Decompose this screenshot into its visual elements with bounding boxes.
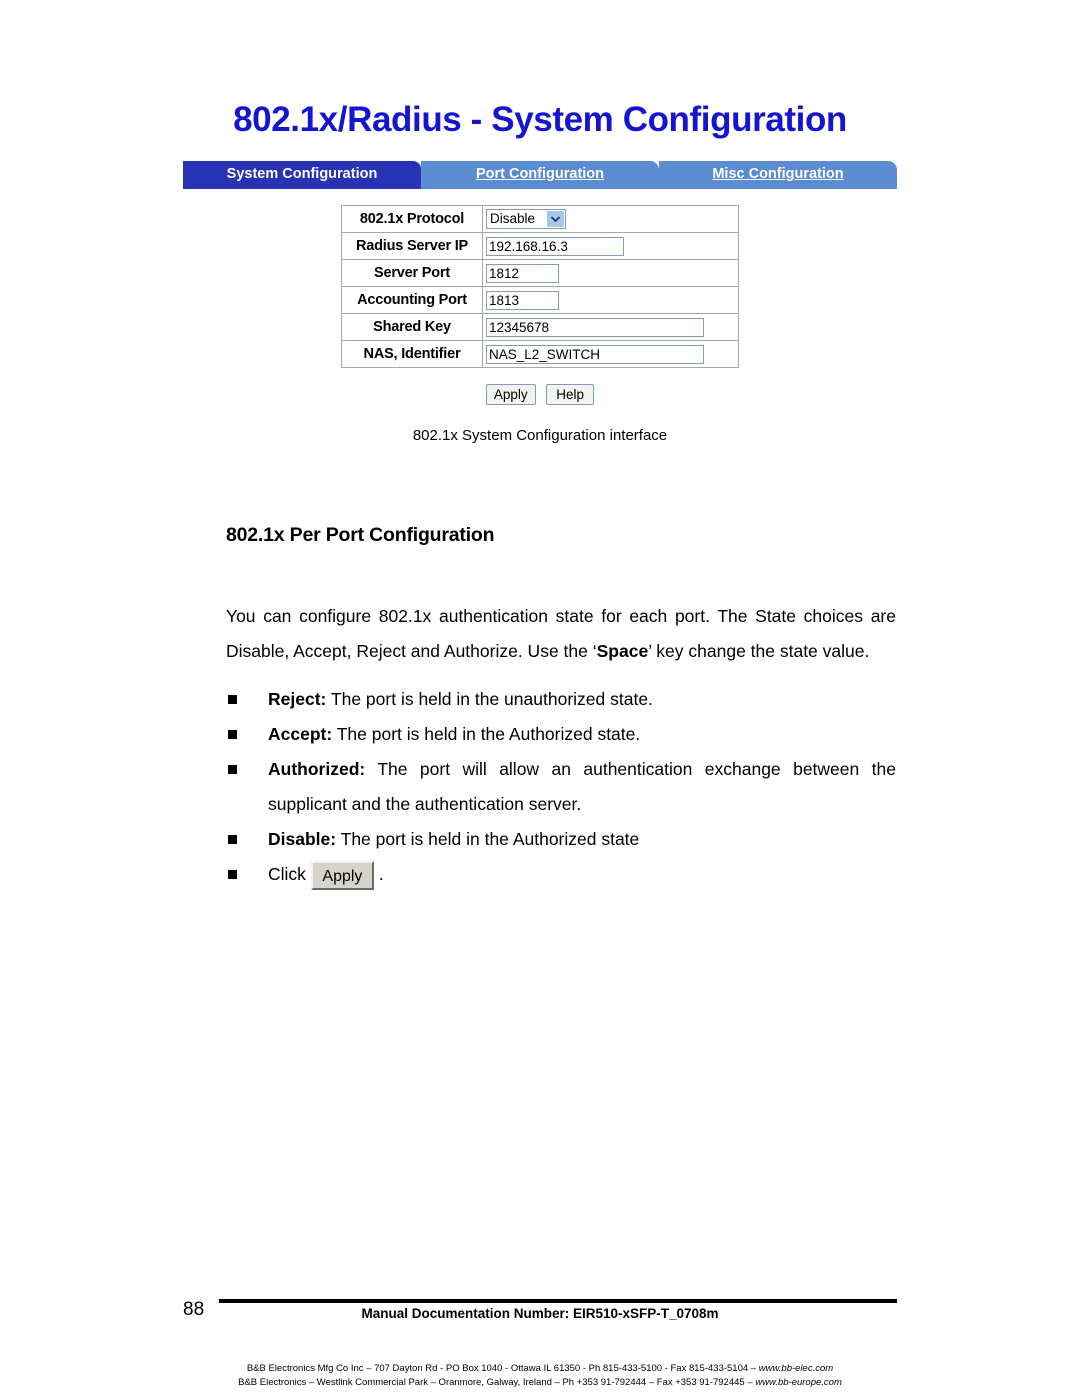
list-item-click-apply: Click Apply. bbox=[226, 857, 896, 892]
footer-divider bbox=[219, 1299, 897, 1303]
body-content: 802.1x Per Port Configuration You can co… bbox=[226, 524, 896, 892]
value-protocol: Disable bbox=[482, 205, 739, 233]
list-item-text: The port is held in the Authorized state bbox=[336, 829, 640, 849]
value-radius-server-ip: 192.168.16.3 bbox=[482, 232, 739, 260]
bullet-square-icon bbox=[228, 695, 237, 704]
server-port-input[interactable]: 1812 bbox=[486, 263, 559, 283]
list-item: Authorized: The port will allow an authe… bbox=[226, 752, 896, 822]
screen-title: 802.1x/Radius - System Configuration bbox=[233, 100, 847, 139]
inline-apply-button[interactable]: Apply bbox=[310, 860, 374, 890]
value-shared-key: 12345678 bbox=[482, 313, 739, 341]
shared-key-input[interactable]: 12345678 bbox=[486, 317, 704, 337]
table-row: Server Port 1812 bbox=[341, 259, 739, 287]
paragraph-bold-space: Space bbox=[596, 641, 649, 661]
tab-label: Port Configuration bbox=[475, 166, 605, 182]
protocol-select[interactable]: Disable bbox=[486, 209, 566, 229]
value-server-port: 1812 bbox=[482, 259, 739, 287]
footer-top: 88 Manual Documentation Number: EIR510-x… bbox=[0, 1294, 1080, 1324]
label-protocol: 802.1x Protocol bbox=[341, 205, 483, 233]
click-prefix: Click bbox=[268, 864, 306, 884]
address-line-1-text: B&B Electronics Mfg Co Inc – 707 Dayton … bbox=[246, 1363, 759, 1374]
address-line-1: B&B Electronics Mfg Co Inc – 707 Dayton … bbox=[0, 1362, 1080, 1376]
system-configuration-table: 802.1x Protocol Disable Radius Server IP bbox=[341, 205, 739, 368]
list-item-text: The port is held in the unauthorized sta… bbox=[326, 689, 653, 709]
figure-button-row: Apply Help bbox=[341, 384, 739, 405]
screenshot-figure: 802.1x/Radius - System Configuration Sys… bbox=[0, 0, 1080, 444]
tab-label: Misc Configuration bbox=[712, 166, 844, 182]
list-item: Reject: The port is held in the unauthor… bbox=[226, 682, 896, 717]
bullet-square-icon bbox=[228, 870, 237, 879]
label-accounting-port: Accounting Port bbox=[341, 286, 483, 314]
chevron-down-icon bbox=[547, 211, 564, 227]
tab-misc-configuration[interactable]: Misc Configuration bbox=[659, 161, 897, 189]
address-line-2: B&B Electronics – Westlink Commercial Pa… bbox=[0, 1376, 1080, 1390]
document-number: Manual Documentation Number: EIR510-xSFP… bbox=[361, 1306, 719, 1321]
list-item-term: Authorized: bbox=[268, 759, 366, 779]
value-nas-identifier: NAS_L2_SWITCH bbox=[482, 340, 739, 368]
page-footer: 88 Manual Documentation Number: EIR510-x… bbox=[0, 1294, 1080, 1390]
apply-button[interactable]: Apply bbox=[485, 384, 536, 405]
address-line-2-url: www.bb-europe.com bbox=[755, 1377, 842, 1388]
protocol-select-value: Disable bbox=[490, 211, 536, 226]
nas-identifier-input[interactable]: NAS_L2_SWITCH bbox=[486, 344, 704, 364]
help-button[interactable]: Help bbox=[546, 384, 595, 405]
state-choice-list: Reject: The port is held in the unauthor… bbox=[226, 682, 896, 892]
paragraph-part-2: ’ key change the state value. bbox=[648, 641, 870, 661]
tab-system-configuration[interactable]: System Configuration bbox=[183, 161, 421, 189]
footer-address: B&B Electronics Mfg Co Inc – 707 Dayton … bbox=[0, 1362, 1080, 1390]
label-radius-server-ip: Radius Server IP bbox=[341, 232, 483, 260]
click-suffix: . bbox=[378, 864, 384, 884]
label-server-port: Server Port bbox=[341, 259, 483, 287]
tab-label: System Configuration bbox=[226, 166, 378, 182]
table-row: Radius Server IP 192.168.16.3 bbox=[341, 232, 739, 260]
address-line-2-text: B&B Electronics – Westlink Commercial Pa… bbox=[238, 1377, 756, 1388]
label-nas-identifier: NAS, Identifier bbox=[341, 340, 483, 368]
list-item-term: Disable: bbox=[268, 829, 337, 849]
list-item-term: Reject: bbox=[268, 689, 327, 709]
list-item: Accept: The port is held in the Authoriz… bbox=[226, 717, 896, 752]
table-row: 802.1x Protocol Disable bbox=[341, 205, 739, 233]
bullet-square-icon bbox=[228, 835, 237, 844]
radius-server-ip-input[interactable]: 192.168.16.3 bbox=[486, 236, 624, 256]
label-shared-key: Shared Key bbox=[341, 313, 483, 341]
bullet-square-icon bbox=[228, 730, 237, 739]
accounting-port-input[interactable]: 1813 bbox=[486, 290, 559, 310]
tab-bar: System Configuration Port Configuration … bbox=[183, 161, 897, 189]
list-item: Disable: The port is held in the Authori… bbox=[226, 822, 896, 857]
tab-port-configuration[interactable]: Port Configuration bbox=[421, 161, 659, 189]
table-row: NAS, Identifier NAS_L2_SWITCH bbox=[341, 340, 739, 368]
list-item-term: Accept: bbox=[268, 724, 333, 744]
figure-caption: 802.1x System Configuration interface bbox=[412, 427, 668, 444]
document-page: 802.1x/Radius - System Configuration Sys… bbox=[0, 0, 1080, 1397]
address-line-1-url: www.bb-elec.com bbox=[758, 1363, 834, 1374]
value-accounting-port: 1813 bbox=[482, 286, 739, 314]
bullet-square-icon bbox=[228, 765, 237, 774]
intro-paragraph: You can configure 802.1x authentication … bbox=[226, 599, 896, 669]
table-row: Accounting Port 1813 bbox=[341, 286, 739, 314]
table-row: Shared Key 12345678 bbox=[341, 313, 739, 341]
page-title: 802.1x Per Port Configuration bbox=[226, 524, 495, 546]
list-item-text: The port is held in the Authorized state… bbox=[332, 724, 641, 744]
